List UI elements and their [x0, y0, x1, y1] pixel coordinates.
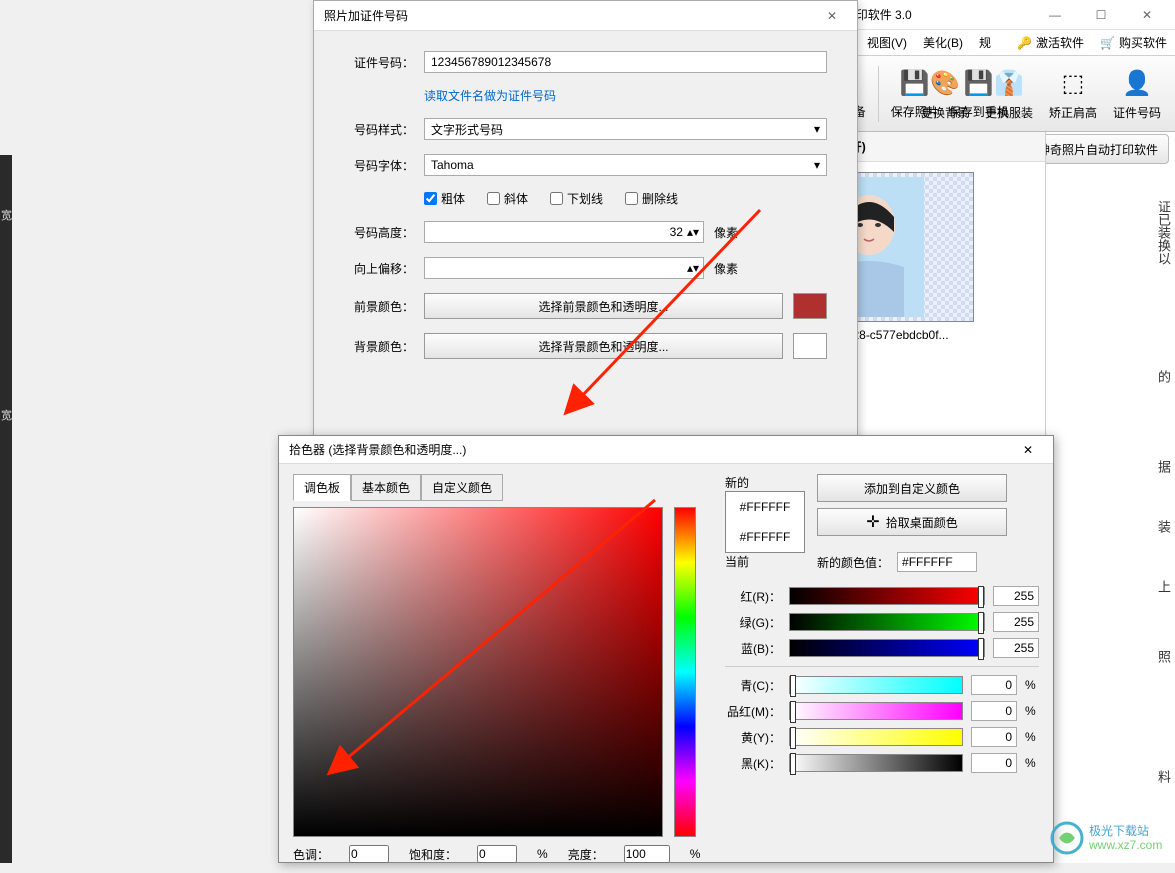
- menu-spec[interactable]: 规: [973, 31, 997, 54]
- red-slider[interactable]: [789, 587, 985, 605]
- hue-input[interactable]: [349, 845, 389, 863]
- fg-label: 前景颜色：: [344, 298, 414, 315]
- activate-link[interactable]: 🔑 激活软件: [1017, 34, 1084, 51]
- dialog2-titlebar: 拾色器 (选择背景颜色和透明度...) ✕: [279, 436, 1053, 464]
- hex-input[interactable]: [897, 552, 977, 572]
- green-input[interactable]: [993, 612, 1039, 632]
- fg-swatch: [793, 293, 827, 319]
- tab-palette[interactable]: 调色板: [293, 474, 351, 501]
- svg-text:www.xz7.com: www.xz7.com: [1088, 838, 1162, 852]
- style-label: 号码样式：: [344, 121, 414, 138]
- id-label: 证件号码：: [344, 54, 414, 71]
- id-icon: 👤: [1121, 68, 1153, 100]
- color-field[interactable]: [293, 507, 663, 837]
- blue-slider[interactable]: [789, 639, 985, 657]
- suit-icon: 👔: [993, 68, 1025, 100]
- new-color-swatch: #FFFFFF: [726, 492, 804, 522]
- green-slider[interactable]: [789, 613, 985, 631]
- cyan-slider[interactable]: [789, 676, 963, 694]
- buy-link[interactable]: 🛒 购买软件: [1100, 34, 1167, 51]
- dialog2-title: 拾色器 (选择背景颜色和透明度...): [289, 441, 1013, 458]
- bold-checkbox[interactable]: 粗体: [424, 190, 465, 207]
- pick-desktop-button[interactable]: ✛ 拾取桌面颜色: [817, 508, 1007, 536]
- sat-input[interactable]: [477, 845, 517, 863]
- magenta-input[interactable]: [971, 701, 1017, 721]
- tab-custom[interactable]: 自定义颜色: [421, 474, 503, 501]
- picker-tabs: 调色板 基本颜色 自定义颜色: [293, 474, 713, 501]
- offset-label: 向上偏移：: [344, 260, 414, 277]
- height-label: 号码高度：: [344, 224, 414, 241]
- font-select[interactable]: Tahoma: [424, 154, 827, 176]
- fix-shoulder-button[interactable]: ⬚ 矫正肩高: [1041, 59, 1105, 129]
- shoulder-icon: ⬚: [1057, 68, 1089, 100]
- dialog2-close-button[interactable]: ✕: [1013, 443, 1043, 457]
- close-button[interactable]: ✕: [1127, 3, 1167, 27]
- color-compare-box: #FFFFFF #FFFFFF: [725, 491, 805, 553]
- black-slider[interactable]: [789, 754, 963, 772]
- fg-color-button[interactable]: 选择前景颜色和透明度...: [424, 293, 783, 319]
- italic-checkbox[interactable]: 斜体: [487, 190, 528, 207]
- minimize-button[interactable]: —: [1035, 3, 1075, 27]
- bg-swatch: [793, 333, 827, 359]
- bg-label: 背景颜色：: [344, 338, 414, 355]
- svg-text:极光下载站: 极光下载站: [1089, 824, 1149, 838]
- underline-checkbox[interactable]: 下划线: [550, 190, 603, 207]
- add-custom-button[interactable]: 添加到自定义颜色: [817, 474, 1007, 502]
- style-select[interactable]: 文字形式号码: [424, 118, 827, 140]
- dialog1-title: 照片加证件号码: [324, 7, 817, 24]
- bg-color-button[interactable]: 选择背景颜色和透明度...: [424, 333, 783, 359]
- change-clothes-button[interactable]: 👔 更换服装: [977, 59, 1041, 129]
- change-bg-button[interactable]: 🎨 更换背景: [913, 59, 977, 129]
- id-number-dialog: 照片加证件号码 ✕ 证件号码： 读取文件名做为证件号码 号码样式： 文字形式号码…: [313, 0, 858, 440]
- dialog1-titlebar: 照片加证件号码 ✕: [314, 1, 857, 31]
- tab-basic[interactable]: 基本颜色: [351, 474, 421, 501]
- yellow-input[interactable]: [971, 727, 1017, 747]
- watermark-logo: 极光下载站 www.xz7.com: [1049, 819, 1169, 857]
- height-spinner[interactable]: 32 ▴▾: [424, 221, 704, 243]
- dialog1-close-button[interactable]: ✕: [817, 9, 847, 23]
- red-input[interactable]: [993, 586, 1039, 606]
- bg-icon: 🎨: [929, 68, 961, 100]
- font-label: 号码字体：: [344, 157, 414, 174]
- left-crop-strip: 宽 宽: [0, 155, 12, 863]
- maximize-button[interactable]: ☐: [1081, 3, 1121, 27]
- color-picker-dialog: 拾色器 (选择背景颜色和透明度...) ✕ 调色板 基本颜色 自定义颜色 色调：…: [278, 435, 1054, 863]
- id-number-button[interactable]: 👤 证件号码: [1105, 59, 1169, 129]
- magenta-slider[interactable]: [789, 702, 963, 720]
- current-color-swatch: #FFFFFF: [726, 522, 804, 552]
- key-icon: 🔑: [1017, 36, 1032, 50]
- offset-spinner[interactable]: ▴▾: [424, 257, 704, 279]
- lum-input[interactable]: [624, 845, 670, 863]
- menu-beautify[interactable]: 美化(B): [917, 31, 969, 54]
- hue-slider[interactable]: [674, 507, 696, 837]
- id-input[interactable]: [424, 51, 827, 73]
- strike-checkbox[interactable]: 删除线: [625, 190, 678, 207]
- cart-icon: 🛒: [1100, 36, 1115, 50]
- eyedropper-icon: ✛: [866, 512, 879, 532]
- black-input[interactable]: [971, 753, 1017, 773]
- blue-input[interactable]: [993, 638, 1039, 658]
- cyan-input[interactable]: [971, 675, 1017, 695]
- read-filename-link[interactable]: 读取文件名做为证件号码: [424, 87, 556, 104]
- yellow-slider[interactable]: [789, 728, 963, 746]
- menu-view[interactable]: 视图(V): [861, 31, 913, 54]
